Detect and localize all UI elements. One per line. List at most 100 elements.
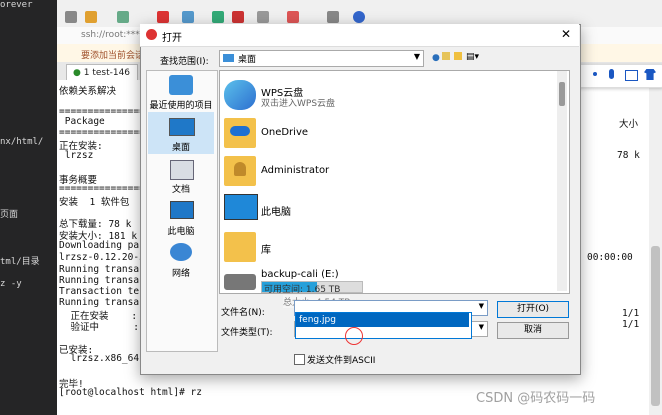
file-name-label: 文件名(N): bbox=[221, 308, 265, 318]
terminal-line: Package bbox=[59, 116, 105, 127]
open-folder-icon[interactable] bbox=[85, 11, 97, 23]
place-documents[interactable]: 文档 bbox=[147, 182, 215, 195]
monitor-icon bbox=[224, 194, 258, 220]
drive-icon bbox=[224, 274, 256, 290]
stop-icon[interactable] bbox=[157, 11, 169, 23]
layout-icon[interactable] bbox=[327, 11, 339, 23]
address-text: ssh://root:*** bbox=[81, 30, 140, 40]
look-in-value: 桌面 bbox=[238, 55, 257, 65]
terminal-line: Transaction tes bbox=[59, 286, 145, 297]
menu-bar bbox=[57, 0, 662, 8]
new-session-icon[interactable] bbox=[65, 11, 77, 23]
up-folder-icon[interactable] bbox=[442, 52, 450, 60]
terminal-line: 依赖关系解决 bbox=[59, 86, 117, 97]
chevron-down-icon: ▼ bbox=[413, 52, 420, 61]
place-computer[interactable]: 此电脑 bbox=[147, 224, 215, 237]
view-menu-icon[interactable]: ▤▾ bbox=[466, 52, 479, 62]
watermark: CSDN @码农码一码 bbox=[476, 391, 596, 406]
file-name: 此电脑 bbox=[261, 207, 291, 218]
globe-icon[interactable] bbox=[182, 11, 194, 23]
close-icon[interactable]: ✕ bbox=[561, 27, 571, 41]
terminal-line: lrzsz.x86_64 bbox=[59, 353, 140, 364]
dialog-titlebar[interactable]: 打开 ✕ bbox=[140, 24, 579, 47]
left-session-pane: orever nx/html/ 页面 tml/目录 z -y bbox=[0, 0, 57, 415]
skin-icon[interactable] bbox=[644, 69, 656, 80]
terminal-line: lrzsz-0.12.20-3 bbox=[59, 252, 145, 263]
onedrive-cloud-badge bbox=[230, 126, 250, 136]
file-item[interactable]: 库 bbox=[224, 232, 544, 266]
terminal-line: lrzsz bbox=[59, 150, 94, 161]
terminal-line: Running transac bbox=[59, 297, 145, 308]
size-header: 大小 bbox=[619, 119, 639, 130]
send-ascii-checkbox[interactable] bbox=[294, 354, 305, 365]
send-ascii-label: 发送文件到ASCII bbox=[307, 356, 376, 366]
connect-icon[interactable] bbox=[117, 11, 129, 23]
chevron-down-icon[interactable]: ▼ bbox=[479, 323, 484, 331]
terminal-line: 安装 1 软件包 bbox=[59, 197, 130, 208]
keyboard-icon[interactable] bbox=[257, 11, 269, 23]
help-icon[interactable] bbox=[353, 11, 365, 23]
left-pane-line: z -y bbox=[0, 279, 22, 289]
tab-session-1[interactable]: ● 1 test-146 bbox=[66, 64, 138, 81]
fullscreen-icon[interactable] bbox=[212, 11, 224, 23]
file-name: backup-cali (E:) bbox=[261, 269, 339, 280]
transfer-icon[interactable] bbox=[287, 11, 299, 23]
terminal-line: [root@localhost html]# rz bbox=[59, 387, 202, 398]
recent-icon[interactable] bbox=[169, 75, 193, 95]
left-pane-line: nx/html/ bbox=[0, 137, 44, 147]
file-item[interactable]: WPS云盘 双击进入WPS云盘 bbox=[224, 80, 544, 114]
install-progress: 1/1 bbox=[622, 308, 640, 319]
left-pane-line: orever bbox=[0, 0, 33, 10]
autocomplete-option-label: feng.jpg bbox=[299, 315, 336, 325]
lock-icon[interactable] bbox=[232, 11, 244, 23]
terminal-line: Downloading pac bbox=[59, 240, 145, 251]
tab-label: 1 test-146 bbox=[83, 68, 131, 78]
file-name: OneDrive bbox=[261, 127, 309, 138]
app-logo-icon bbox=[146, 29, 157, 40]
file-name: 库 bbox=[261, 245, 271, 256]
microphone-icon[interactable] bbox=[609, 69, 614, 79]
computer-icon[interactable] bbox=[170, 201, 194, 219]
library-folder-icon bbox=[224, 232, 256, 262]
network-icon[interactable] bbox=[170, 243, 192, 261]
open-button[interactable]: 打开(O) bbox=[497, 301, 569, 318]
cancel-button[interactable]: 取消 bbox=[497, 322, 569, 339]
file-list-scroll-thumb[interactable] bbox=[559, 82, 565, 106]
verify-progress: 1/1 bbox=[622, 319, 640, 330]
terminal-line: Running transac bbox=[59, 275, 145, 286]
left-pane-line: 页面 bbox=[0, 210, 19, 220]
place-network[interactable]: 网络 bbox=[147, 266, 215, 279]
file-item[interactable]: backup-cali (E:) 可用空间: 1.65 TB bbox=[224, 268, 544, 302]
terminal-line: Running transac bbox=[59, 264, 145, 275]
mouse-cursor-indicator bbox=[345, 327, 363, 345]
file-name: Administrator bbox=[261, 165, 330, 176]
desktop-icon[interactable] bbox=[169, 118, 195, 136]
place-recent[interactable]: 最近使用的项目 bbox=[147, 98, 215, 111]
back-icon[interactable]: ● bbox=[432, 53, 440, 63]
file-item[interactable]: Administrator bbox=[224, 156, 544, 190]
keyboard-icon[interactable] bbox=[625, 70, 638, 81]
autocomplete-option[interactable]: feng.jpg bbox=[296, 313, 469, 327]
session-status-icon: ● bbox=[73, 68, 81, 78]
terminal-line: 验证中 : bbox=[59, 322, 139, 333]
terminal-scroll-thumb[interactable] bbox=[651, 246, 660, 406]
file-item[interactable]: 此电脑 bbox=[224, 194, 544, 228]
file-type-label: 文件类型(T): bbox=[221, 328, 273, 338]
left-pane-line: tml/目录 bbox=[0, 257, 40, 267]
look-in-select[interactable]: 桌面 ▼ bbox=[219, 50, 424, 67]
cloud-icon bbox=[224, 80, 256, 110]
autocomplete-dropdown-footer bbox=[295, 328, 472, 339]
new-folder-icon[interactable] bbox=[454, 52, 462, 60]
chevron-down-icon[interactable]: ▼ bbox=[479, 302, 484, 310]
look-in-label: 查找范围(I): bbox=[160, 57, 209, 67]
user-badge bbox=[234, 162, 246, 176]
desktop-small-icon bbox=[223, 54, 234, 62]
file-item[interactable]: OneDrive bbox=[224, 118, 544, 152]
punctuation-icon[interactable] bbox=[593, 72, 597, 76]
download-time: 00:00:00 bbox=[587, 252, 633, 263]
documents-icon[interactable] bbox=[170, 160, 194, 180]
dialog-title: 打开 bbox=[162, 33, 182, 44]
drive-free-space: 可用空间: 1.65 TB bbox=[264, 285, 341, 295]
size-value: 78 k bbox=[617, 150, 640, 161]
place-desktop[interactable]: 桌面 bbox=[147, 140, 215, 153]
